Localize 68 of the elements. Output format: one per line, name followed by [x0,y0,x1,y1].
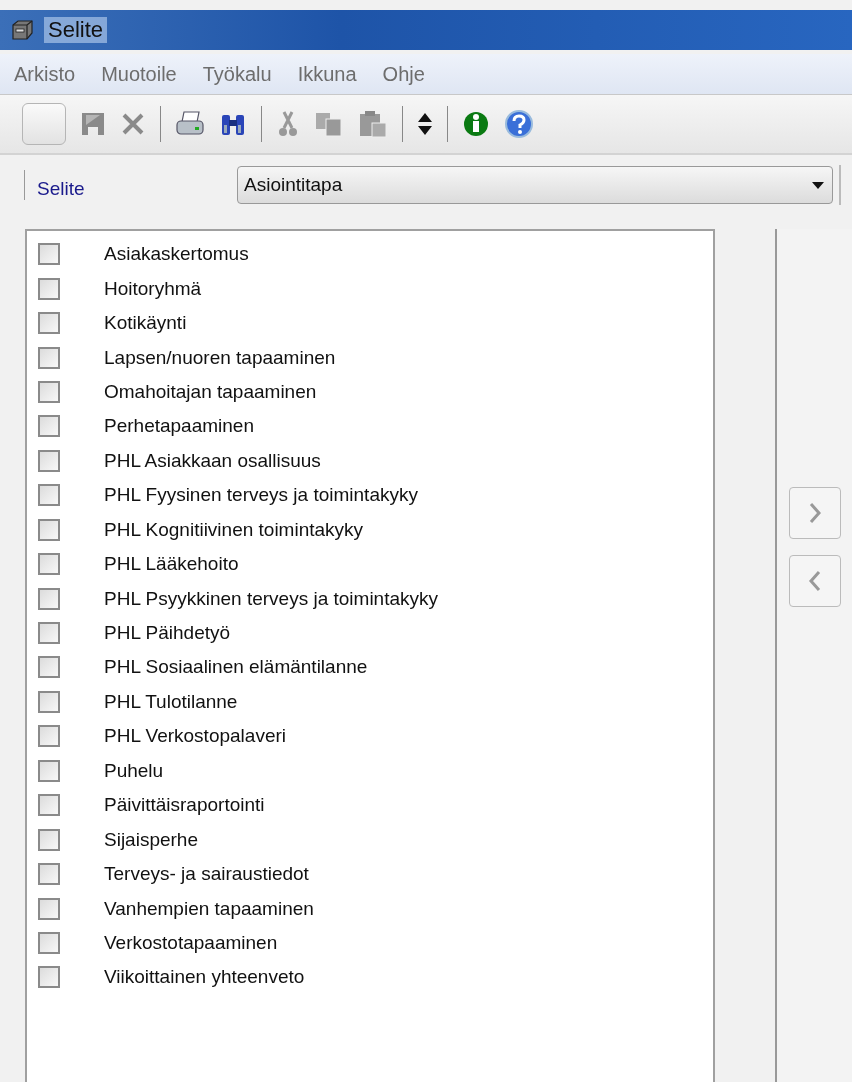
printer-icon[interactable] [175,110,205,138]
checkbox[interactable] [38,897,60,920]
list-item-label[interactable]: Puhelu [104,759,164,782]
chevron-right-icon [807,501,822,525]
up-down-arrows-icon[interactable] [417,111,433,137]
list-item-label[interactable]: PHL Lääkehoito [104,553,239,576]
checkbox[interactable] [38,553,60,576]
checkbox[interactable] [38,346,60,369]
list-item-label[interactable]: Kotikäynti [104,312,187,335]
list-item-label[interactable]: PHL Kognitiivinen toimintakyky [104,518,364,541]
list-item-label[interactable]: Lapsen/nuoren tapaaminen [104,346,336,369]
list-item-label[interactable]: PHL Tulotilanne [104,690,238,713]
checkbox[interactable] [38,863,60,886]
list-item-label[interactable]: PHL Sosiaalinen elämäntilanne [104,656,368,679]
help-icon[interactable] [504,109,534,139]
scissors-icon[interactable] [276,110,300,138]
move-right-button[interactable] [788,487,841,539]
list-item-label[interactable]: Vanhempien tapaaminen [104,897,314,920]
checkbox[interactable] [38,518,60,541]
dropdown-arrow-icon [812,181,824,189]
list-item-label[interactable]: Omahoitajan tapaaminen [104,380,317,403]
list-item-label[interactable]: PHL Asiakkaan osallisuus [104,449,321,472]
menu-item[interactable]: Ohje [382,62,425,86]
checkbox[interactable] [38,312,60,335]
checkbox[interactable] [38,656,60,679]
info-icon[interactable] [462,110,490,138]
clipboard-icon[interactable] [358,110,388,138]
checkbox[interactable] [38,725,60,748]
checkbox[interactable] [38,587,60,610]
checkbox[interactable] [38,828,60,851]
menu-item[interactable]: Arkisto [14,62,76,86]
menu-item[interactable]: Ikkuna [297,62,357,86]
list-item-label[interactable]: Perhetapaaminen [104,415,254,438]
chevron-left-icon [807,569,822,593]
checkbox[interactable] [38,415,60,438]
window-title: Selite [44,17,108,43]
list-item-label[interactable]: PHL Fyysinen terveys ja toimintakyky [104,484,418,507]
checkbox[interactable] [38,277,60,300]
checkbox[interactable] [38,449,60,472]
save-icon[interactable] [80,111,106,137]
menu-item[interactable]: Työkalu [202,62,272,86]
checkbox[interactable] [38,243,60,266]
list-item-label[interactable]: Päivittäisraportointi [104,794,265,817]
move-left-button[interactable] [788,555,841,607]
category-dropdown[interactable]: Asiointitapa [237,166,833,204]
list-item-label[interactable]: Hoitoryhmä [104,277,202,300]
checkbox[interactable] [38,794,60,817]
checkbox[interactable] [38,966,60,989]
list-item-label[interactable]: PHL Verkostopalaveri [104,725,286,748]
field-label: Selite [37,178,86,200]
checkbox[interactable] [38,759,60,782]
list-item-label[interactable]: Asiakaskertomus [104,243,249,266]
checkbox[interactable] [38,380,60,403]
list-item-label[interactable]: PHL Psyykkinen terveys ja toimintakyky [104,587,439,610]
list-item-label[interactable]: PHL Päihdetyö [104,622,231,645]
checkbox[interactable] [38,690,60,713]
checkbox[interactable] [38,484,60,507]
toolbar-button[interactable] [22,103,66,145]
list-item-label[interactable]: Terveys- ja sairaustiedot [104,863,309,886]
cabinet-icon [10,19,34,41]
list-item-label[interactable]: Viikoittainen yhteenveto [104,966,305,989]
copy-icon[interactable] [314,111,344,137]
close-icon[interactable] [120,111,146,137]
list-item-label[interactable]: Verkostotapaaminen [104,931,278,954]
list-item-label[interactable]: Sijaisperhe [104,828,198,851]
checkbox[interactable] [38,931,60,954]
checkbox[interactable] [38,622,60,645]
menu-item[interactable]: Muotoile [101,62,177,86]
